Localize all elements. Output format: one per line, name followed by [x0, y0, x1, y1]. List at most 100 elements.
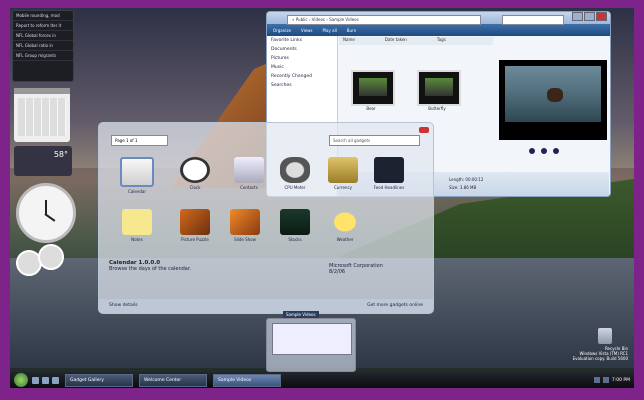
window-controls: [572, 12, 607, 21]
play-icon[interactable]: [541, 148, 547, 154]
gadget-label: Picture Puzzle: [181, 237, 209, 242]
clock-icon: [180, 157, 210, 183]
gadget-weather[interactable]: Weather: [325, 209, 365, 242]
calendar-grid: [18, 98, 66, 136]
purple-frame: Mobile rounding, mod Report to reform It…: [0, 0, 644, 400]
sidebar: Mobile rounding, mod Report to reform It…: [10, 8, 76, 276]
quick-launch: [32, 376, 59, 384]
currency-icon: [328, 157, 358, 183]
sun-icon: [330, 209, 360, 235]
page-indicator[interactable]: Page 1 of 1: [111, 135, 168, 146]
views-button[interactable]: Views: [301, 28, 313, 33]
gadget-label: Clock: [189, 185, 201, 190]
column-tags[interactable]: Tags: [437, 37, 446, 45]
gadget-cpu-meter[interactable]: CPU Meter: [275, 157, 315, 190]
gadget-notes[interactable]: Notes: [117, 209, 157, 242]
gadget-currency[interactable]: Currency: [323, 157, 363, 190]
thumbnail-title: Sample Videos: [283, 311, 319, 318]
publisher-date: 8/2/06: [329, 269, 346, 275]
nav-item-pictures[interactable]: Pictures: [267, 54, 337, 63]
nav-item-documents[interactable]: Documents: [267, 45, 337, 54]
column-date[interactable]: Date taken: [385, 37, 407, 45]
clock-gadget[interactable]: [16, 183, 76, 243]
nav-item-searches[interactable]: Searches: [267, 81, 337, 90]
gadget-description: Calendar 1.0.0.0 Browse the days of the …: [109, 260, 289, 272]
browser-icon[interactable]: [52, 376, 59, 384]
feed-headlines-gadget[interactable]: Mobile rounding, mod Report to reform It…: [12, 10, 74, 82]
get-more-gadgets-link[interactable]: Get more gadgets online: [367, 303, 423, 308]
gadget-calendar[interactable]: Calendar: [117, 157, 157, 194]
minimize-button[interactable]: [572, 12, 583, 21]
photo-icon: [38, 244, 64, 270]
calendar-gadget[interactable]: [14, 88, 70, 142]
feed-item[interactable]: NFL Global ratio in: [13, 41, 73, 51]
gadget-contacts[interactable]: Contacts: [229, 157, 269, 190]
next-icon[interactable]: [553, 148, 559, 154]
nav-item-recently-changed[interactable]: Recently Changed: [267, 72, 337, 81]
command-bar: Organize Views Play all Burn: [267, 24, 610, 36]
video-icon: [359, 78, 387, 96]
gadget-label: Calendar: [128, 189, 146, 194]
feed-item[interactable]: NFL Group migrants: [13, 51, 73, 61]
show-details-link[interactable]: Show details: [109, 303, 138, 308]
feed-item[interactable]: NFL Global forces in: [13, 31, 73, 41]
volume-icon[interactable]: [602, 377, 609, 383]
gadget-label: CPU Meter: [284, 185, 306, 190]
recycle-text: Recycle Bin Windows Vista (TM) RC1 Evalu…: [568, 346, 628, 361]
detail-length: Length: 00:00:12: [449, 177, 484, 182]
nav-header: Favorite Links: [271, 38, 302, 43]
gadget-feed-headlines[interactable]: Feed Headlines: [369, 157, 409, 190]
picture-gadget[interactable]: [16, 244, 76, 276]
thumbnail-preview: [272, 323, 352, 355]
gadget-label: Weather: [336, 237, 354, 242]
taskbar-thumbnail[interactable]: Sample Videos: [266, 311, 356, 372]
burn-button[interactable]: Burn: [347, 28, 356, 33]
show-desktop-icon[interactable]: [32, 376, 39, 384]
play-all-button[interactable]: Play all: [323, 28, 337, 33]
gadget-label: Stocks: [288, 237, 302, 242]
desktop: Mobile rounding, mod Report to reform It…: [10, 8, 634, 388]
video-thumbnail-butterfly[interactable]: [417, 70, 461, 106]
maximize-button[interactable]: [584, 12, 595, 21]
feed-item[interactable]: Report to reform Iter it: [13, 21, 73, 31]
slideshow-icon: [230, 209, 260, 235]
build-watermark: Evaluation copy. Build 5600: [572, 356, 628, 361]
organize-button[interactable]: Organize: [273, 28, 291, 33]
gadget-clock[interactable]: Clock: [175, 157, 215, 190]
gadget-summary: Browse the days of the calendar.: [109, 266, 192, 272]
gadget-slide-show[interactable]: Slide Show: [225, 209, 265, 242]
weather-gadget[interactable]: 58°: [14, 146, 72, 176]
clock-minute-hand: [44, 213, 56, 222]
gadget-search-input[interactable]: Search all gadgets: [329, 135, 420, 146]
bear-figure: [547, 88, 563, 102]
search-input[interactable]: [502, 15, 564, 25]
start-orb-icon[interactable]: [14, 373, 28, 387]
address-bar[interactable]: « Public › Videos › Sample Videos: [287, 15, 481, 25]
recycle-bin-icon[interactable]: [598, 328, 612, 344]
calendar-rings: [14, 88, 70, 94]
gadget-label: Currency: [333, 185, 353, 190]
stocks-icon: [280, 209, 310, 235]
puzzle-icon: [180, 209, 210, 235]
nav-item-music[interactable]: Music: [267, 63, 337, 72]
network-icon[interactable]: [593, 377, 600, 383]
feed-item[interactable]: Mobile rounding, mod: [13, 11, 73, 21]
calendar-icon: [120, 157, 154, 187]
gadget-stocks[interactable]: Stocks: [275, 209, 315, 242]
column-headers: Name Date taken Tags: [339, 37, 493, 45]
gadget-picture-puzzle[interactable]: Picture Puzzle: [175, 209, 215, 242]
video-thumbnail-bear[interactable]: [351, 70, 395, 106]
detail-size: Size: 3.86 MB: [449, 185, 477, 190]
preview-pane[interactable]: [499, 60, 607, 140]
column-name[interactable]: Name: [343, 37, 355, 45]
close-button[interactable]: [596, 12, 607, 21]
taskbar-item-welcome-center[interactable]: Welcome Center: [139, 373, 207, 387]
previous-icon[interactable]: [529, 148, 535, 154]
taskbar-item-sample-videos[interactable]: Sample Videos: [213, 373, 281, 387]
tray-clock[interactable]: 7:00 PM: [612, 378, 630, 383]
gadget-gallery-window[interactable]: Page 1 of 1 Search all gadgets Calendar …: [98, 122, 434, 314]
switch-windows-icon[interactable]: [42, 376, 49, 384]
system-tray: 7:00 PM: [593, 377, 630, 383]
close-button[interactable]: [419, 127, 429, 133]
taskbar-item-gadget-gallery[interactable]: Gadget Gallery: [65, 373, 133, 387]
